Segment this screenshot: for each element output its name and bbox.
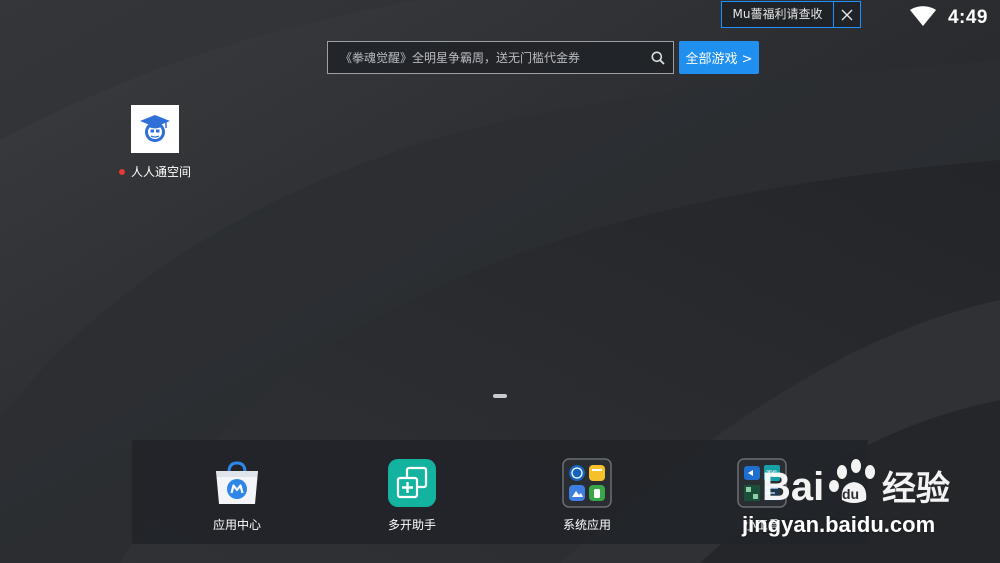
search-bar[interactable]: 《拳魂觉醒》全明星争霸周，送无门槛代金券 — [327, 41, 674, 74]
new-badge-dot — [118, 168, 125, 175]
dock-item-label: 系统应用 — [562, 518, 611, 532]
svg-text:du: du — [842, 486, 859, 502]
graduation-cap-avatar-icon[interactable] — [131, 105, 179, 153]
baidu-jingyan-watermark: Bai du 经验 jingyan.baidu.com — [742, 452, 992, 552]
close-icon[interactable] — [833, 2, 860, 27]
status-bar: 4:49 — [909, 6, 988, 30]
dock-item-label: 应用中心 — [212, 518, 261, 532]
dock-item-app-center[interactable]: 应用中心 — [187, 458, 287, 533]
desktop-app-label: 人人通空间 — [130, 165, 191, 179]
clock: 4:49 — [947, 7, 988, 28]
app-center-bag-icon[interactable] — [212, 458, 262, 508]
desktop-app-renrentong[interactable]: 人人通空间 — [110, 105, 200, 180]
page-indicator[interactable] — [493, 394, 507, 398]
system-apps-folder-icon[interactable] — [562, 458, 612, 508]
notification-text[interactable]: Mu薔福利请查收 — [722, 2, 833, 27]
baidu-logo-icon: Bai du 经验 — [762, 459, 950, 509]
dock-item-system-apps[interactable]: 系统应用 — [537, 458, 637, 533]
notification-banner[interactable]: Mu薔福利请查收 — [721, 1, 861, 28]
dock-item-label: 多开助手 — [387, 518, 436, 532]
dock-item-multi-open[interactable]: 多开助手 — [362, 458, 462, 533]
multi-open-icon[interactable] — [387, 458, 437, 508]
svg-text:Bai: Bai — [762, 465, 824, 509]
watermark-url: jingyan.baidu.com — [742, 512, 936, 537]
wifi-icon — [909, 6, 936, 30]
all-games-button[interactable]: 全部游戏 > — [679, 41, 759, 74]
search-input[interactable]: 《拳魂觉醒》全明星争霸周，送无门槛代金券 — [328, 49, 643, 66]
search-icon[interactable] — [643, 42, 673, 73]
svg-text:经验: 经验 — [882, 469, 950, 509]
